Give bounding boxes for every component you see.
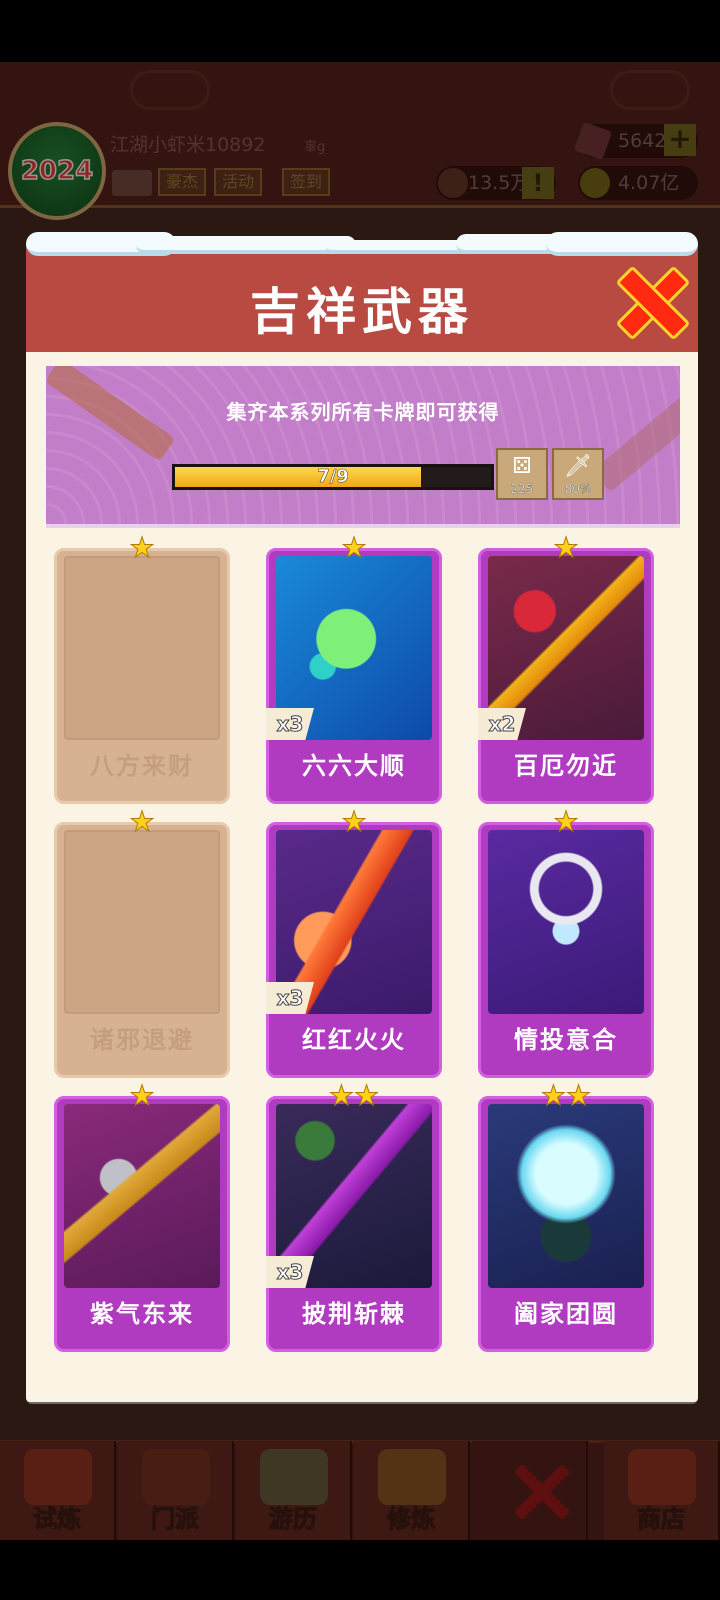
collection-progress-bar: 7/9	[172, 464, 494, 490]
weapon-card[interactable]: 紫气东来 ★	[54, 1081, 230, 1352]
star-rating-icon: ★	[129, 531, 155, 564]
star-rating-icon: ★	[129, 805, 155, 838]
weapon-card[interactable]: x3 红红火火 ★	[266, 807, 442, 1078]
modal-title: 吉祥武器	[250, 283, 474, 341]
card-label: 百厄勿近	[514, 752, 618, 780]
weapon-card[interactable]: x2 百厄勿近 ★	[478, 533, 654, 804]
card-label: 六六大顺	[302, 752, 406, 780]
reward-sword-scroll[interactable]: 🗡 80%	[552, 448, 604, 500]
locked-card-placeholder	[64, 830, 220, 1014]
locked-card-placeholder	[64, 556, 220, 740]
modal-body: 集齐本系列所有卡牌即可获得 7/9 ⚄ 225 🗡 80% 八方来财 ★ x3 六六大…	[26, 352, 698, 1402]
star-rating-icon: ★	[341, 805, 367, 838]
card-art	[488, 830, 644, 1014]
card-label: 红红火火	[302, 1026, 406, 1054]
star-rating-icon: ★★	[328, 1079, 380, 1112]
snow-decoration	[136, 236, 356, 254]
card-art	[488, 1104, 644, 1288]
dice-icon: ⚄	[512, 454, 532, 479]
snow-decoration	[546, 232, 698, 256]
reward-dice[interactable]: ⚄ 225	[496, 448, 548, 500]
reward-sword-scroll-count: 80%	[564, 482, 592, 496]
weapon-card[interactable]: 八方来财 ★	[54, 533, 230, 804]
progress-text: 7/9	[317, 466, 349, 488]
weapon-collection-modal: 吉祥武器 集齐本系列所有卡牌即可获得 7/9 ⚄ 225 🗡 80% 八方来财 …	[26, 232, 698, 1404]
star-rating-icon: ★	[341, 531, 367, 564]
card-label: 八方来财	[90, 752, 194, 780]
star-rating-icon: ★	[553, 531, 579, 564]
card-label: 披荆斩棘	[302, 1300, 406, 1328]
card-label: 情投意合	[514, 1026, 618, 1054]
star-rating-icon: ★★	[540, 1079, 592, 1112]
card-label: 紫气东来	[90, 1300, 194, 1328]
card-art	[64, 1104, 220, 1288]
sword-scroll-icon: 🗡	[564, 454, 592, 479]
modal-close-button[interactable]	[618, 268, 682, 332]
weapon-card[interactable]: x3 六六大顺 ★	[266, 533, 442, 804]
reward-dice-count: 225	[510, 482, 534, 496]
status-bar	[0, 0, 720, 62]
card-label: 诸邪退避	[90, 1026, 194, 1054]
system-nav-bar	[0, 1540, 720, 1600]
collection-banner: 集齐本系列所有卡牌即可获得 7/9 ⚄ 225 🗡 80%	[46, 366, 680, 528]
weapon-card[interactable]: 诸邪退避 ★	[54, 807, 230, 1078]
star-rating-icon: ★	[553, 805, 579, 838]
star-rating-icon: ★	[129, 1079, 155, 1112]
weapon-card[interactable]: x3 披荆斩棘 ★★	[266, 1081, 442, 1352]
weapon-card[interactable]: 阖家团圆 ★★	[478, 1081, 654, 1352]
card-label: 阖家团圆	[514, 1300, 618, 1328]
banner-text: 集齐本系列所有卡牌即可获得	[226, 400, 500, 424]
weapon-card[interactable]: 情投意合 ★	[478, 807, 654, 1078]
